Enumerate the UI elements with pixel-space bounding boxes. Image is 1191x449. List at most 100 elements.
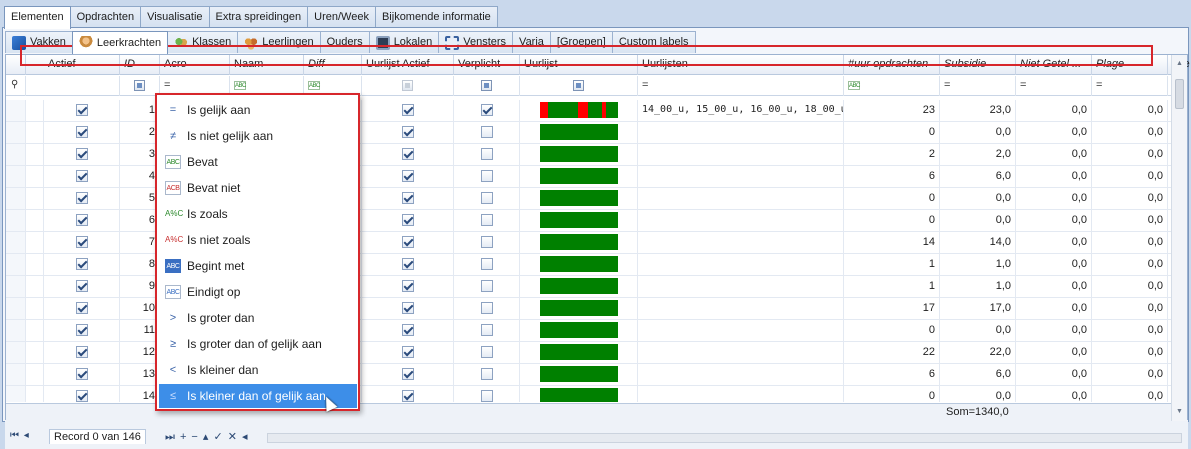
row-indicator[interactable]	[6, 188, 26, 209]
actief-cell[interactable]	[44, 320, 120, 341]
contains-operator-icon[interactable]: ABC	[848, 81, 860, 90]
actief-cell[interactable]	[44, 298, 120, 319]
actief-checkbox[interactable]	[76, 258, 88, 270]
uurlijst-actief-checkbox[interactable]	[402, 236, 414, 248]
menu-item-less-than[interactable]: < Is kleiner dan	[159, 358, 357, 382]
row-indicator[interactable]	[6, 298, 26, 319]
verplicht-cell[interactable]	[454, 188, 520, 209]
menu-item-not-like[interactable]: A%C Is niet zoals	[159, 228, 357, 252]
equals-operator-icon[interactable]: =	[1020, 79, 1026, 91]
scroll-thumb[interactable]	[1175, 79, 1184, 109]
actief-cell[interactable]	[44, 188, 120, 209]
menu-item-like[interactable]: A%C Is zoals	[159, 202, 357, 226]
actief-cell[interactable]	[44, 254, 120, 275]
filter-cell-0[interactable]	[44, 76, 120, 96]
uurlijst-actief-cell[interactable]	[362, 122, 454, 143]
uurlijst-actief-checkbox[interactable]	[402, 104, 414, 116]
verplicht-checkbox[interactable]	[481, 280, 493, 292]
filter-cell-5[interactable]	[362, 76, 454, 96]
menu-item-greater-equal[interactable]: ≥ Is groter dan of gelijk aan	[159, 332, 357, 356]
vertical-scrollbar[interactable]: ▲ ▼	[1171, 55, 1187, 421]
uurlijst-actief-checkbox[interactable]	[402, 170, 414, 182]
verplicht-cell[interactable]	[454, 298, 520, 319]
uurlijst-actief-cell[interactable]	[362, 342, 454, 363]
main-tab-0[interactable]: Elementen	[4, 6, 71, 29]
uurlijst-actief-checkbox[interactable]	[402, 302, 414, 314]
verplicht-checkbox[interactable]	[481, 192, 493, 204]
uurlijst-actief-cell[interactable]	[362, 100, 454, 121]
filter-cell-1[interactable]	[120, 76, 160, 96]
menu-item-ends-with[interactable]: ABC Eindigt op	[159, 280, 357, 304]
verplicht-cell[interactable]	[454, 232, 520, 253]
uurlijst-actief-cell[interactable]	[362, 364, 454, 385]
row-indicator[interactable]	[6, 320, 26, 341]
row-indicator[interactable]	[6, 122, 26, 143]
actief-checkbox[interactable]	[76, 324, 88, 336]
row-indicator[interactable]	[6, 254, 26, 275]
uurlijst-actief-checkbox[interactable]	[402, 192, 414, 204]
filter-cell-9[interactable]: ABC	[844, 76, 940, 96]
filter-cell-10[interactable]: =	[940, 76, 1016, 96]
actief-cell[interactable]	[44, 122, 120, 143]
verplicht-checkbox[interactable]	[481, 258, 493, 270]
verplicht-checkbox[interactable]	[481, 346, 493, 358]
sub-tab-1[interactable]: Leerkrachten	[71, 31, 169, 54]
menu-item-not-contains[interactable]: ACB Bevat niet	[159, 176, 357, 200]
uurlijst-actief-checkbox[interactable]	[402, 126, 414, 138]
row-indicator[interactable]	[6, 232, 26, 253]
uurlijst-actief-cell[interactable]	[362, 210, 454, 231]
menu-item-contains[interactable]: ABC Bevat	[159, 150, 357, 174]
uurlijst-actief-cell[interactable]	[362, 188, 454, 209]
uurlijst-actief-checkbox[interactable]	[402, 148, 414, 160]
actief-cell[interactable]	[44, 386, 120, 402]
equals-operator-icon[interactable]: =	[642, 79, 648, 91]
equals-operator-icon[interactable]: =	[944, 79, 950, 91]
scroll-up-icon[interactable]: ▲	[1175, 59, 1184, 69]
uurlijst-actief-checkbox[interactable]	[402, 368, 414, 380]
uurlijst-actief-checkbox[interactable]	[402, 258, 414, 270]
verplicht-checkbox[interactable]	[481, 148, 493, 160]
actief-cell[interactable]	[44, 210, 120, 231]
uurlijst-actief-checkbox[interactable]	[402, 214, 414, 226]
actief-cell[interactable]	[44, 342, 120, 363]
actief-cell[interactable]	[44, 100, 120, 121]
row-indicator[interactable]	[6, 276, 26, 297]
filter-cell-6[interactable]	[454, 76, 520, 96]
filter-cell-7[interactable]	[520, 76, 638, 96]
actief-checkbox[interactable]	[76, 104, 88, 116]
verplicht-checkbox[interactable]	[481, 104, 493, 116]
verplicht-cell[interactable]	[454, 122, 520, 143]
uurlijst-actief-cell[interactable]	[362, 254, 454, 275]
menu-item-not-equals[interactable]: ≠ Is niet gelijk aan	[159, 124, 357, 148]
row-indicator[interactable]	[6, 210, 26, 231]
menu-item-equals[interactable]: = Is gelijk aan	[159, 98, 357, 122]
row-indicator[interactable]	[6, 386, 26, 402]
contains-operator-icon[interactable]: ABC	[308, 81, 320, 90]
verplicht-cell[interactable]	[454, 144, 520, 165]
verplicht-checkbox[interactable]	[481, 126, 493, 138]
uurlijst-actief-cell[interactable]	[362, 386, 454, 402]
row-indicator[interactable]	[6, 342, 26, 363]
actief-checkbox[interactable]	[76, 236, 88, 248]
uurlijst-actief-cell[interactable]	[362, 166, 454, 187]
verplicht-cell[interactable]	[454, 100, 520, 121]
horizontal-scrollbar[interactable]	[267, 433, 1182, 443]
actief-checkbox[interactable]	[76, 214, 88, 226]
verplicht-cell[interactable]	[454, 254, 520, 275]
actief-checkbox[interactable]	[76, 368, 88, 380]
actief-cell[interactable]	[44, 232, 120, 253]
uurlijst-actief-cell[interactable]	[362, 144, 454, 165]
menu-item-greater-than[interactable]: > Is groter dan	[159, 306, 357, 330]
actief-cell[interactable]	[44, 166, 120, 187]
main-tab-2[interactable]: Visualisatie	[140, 6, 210, 28]
contains-operator-icon[interactable]: ABC	[234, 81, 246, 90]
actief-checkbox[interactable]	[76, 280, 88, 292]
uurlijst-actief-checkbox[interactable]	[402, 346, 414, 358]
row-indicator[interactable]	[6, 364, 26, 385]
verplicht-cell[interactable]	[454, 386, 520, 402]
actief-cell[interactable]	[44, 276, 120, 297]
nav-first-prev-icons[interactable]: ⏮ ◂	[10, 430, 30, 441]
verplicht-checkbox[interactable]	[481, 170, 493, 182]
uurlijst-actief-cell[interactable]	[362, 276, 454, 297]
main-tab-4[interactable]: Uren/Week	[307, 6, 376, 28]
